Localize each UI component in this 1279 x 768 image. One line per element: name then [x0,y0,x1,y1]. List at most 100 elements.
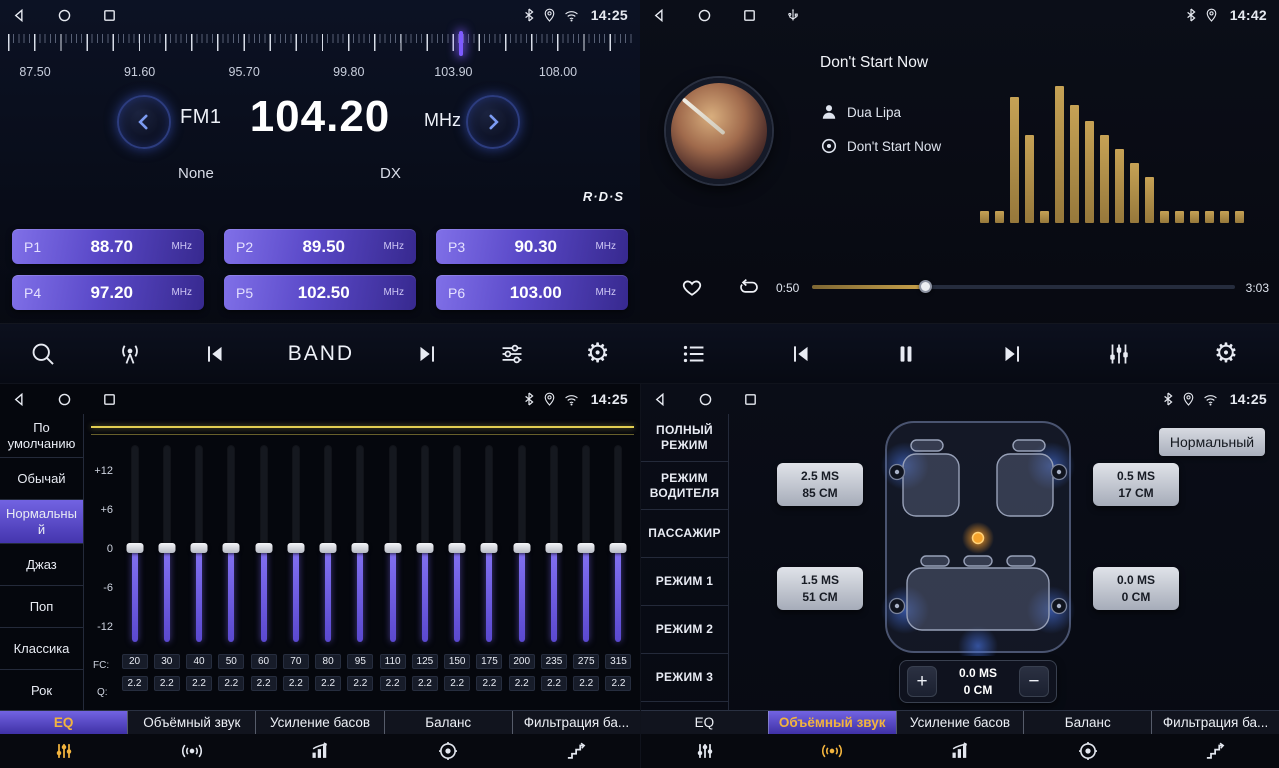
increase-delay-button[interactable]: + [907,666,937,697]
playlist-icon[interactable] [681,341,707,367]
balance-icon[interactable] [384,741,512,761]
slider-handle[interactable] [287,543,304,553]
sound-mode-item[interactable]: РЕЖИМ 3 [641,654,728,702]
tab-bass-boost[interactable]: Усиление басов [255,711,383,734]
bass-boost-icon[interactable] [896,741,1024,761]
mixer-icon[interactable] [1106,341,1132,367]
eq-band-slider[interactable] [454,446,460,642]
settings-icon[interactable]: ⚙ [1214,340,1238,367]
eq-band-slider[interactable] [164,446,170,642]
next-track-icon[interactable] [1000,342,1024,366]
tab-surround[interactable]: Объёмный звук [768,711,896,734]
sound-mode-item[interactable]: ПОЛНЫЙ РЕЖИМ [641,414,728,462]
preset-button-p3[interactable]: P390.30MHz [436,229,628,264]
tune-settings-icon[interactable] [499,341,525,367]
pause-icon[interactable] [894,342,918,366]
home-icon[interactable] [57,392,72,407]
scan-icon[interactable] [30,341,56,367]
eq-band-slider[interactable] [583,446,589,642]
eq-preset-item[interactable]: Рок [0,670,83,712]
slider-handle[interactable] [481,543,498,553]
surround-icon[interactable] [769,741,897,761]
eq-preset-item[interactable]: Поп [0,586,83,628]
slider-handle[interactable] [158,543,175,553]
tab-balance[interactable]: Баланс [1023,711,1151,734]
tab-surround[interactable]: Объёмный звук [127,711,255,734]
eq-band-slider[interactable] [615,446,621,642]
filter-icon[interactable] [1151,741,1279,761]
recents-icon[interactable] [102,392,117,407]
sound-mode-item[interactable]: РЕЖИМ 2 [641,606,728,654]
eq-icon[interactable] [641,741,769,761]
slider-handle[interactable] [191,543,208,553]
tab-filter[interactable]: Фильтрация ба... [512,711,640,734]
repeat-icon[interactable] [736,277,762,297]
home-icon[interactable] [698,392,713,407]
eq-band-slider[interactable] [519,446,525,642]
eq-band-slider[interactable] [486,446,492,642]
surround-icon[interactable] [128,741,256,761]
tab-eq[interactable]: EQ [641,711,768,734]
slider-handle[interactable] [223,543,240,553]
tab-filter[interactable]: Фильтрация ба... [1151,711,1279,734]
home-icon[interactable] [697,8,712,23]
home-icon[interactable] [57,8,72,23]
eq-preset-item[interactable]: Нормальный [0,500,83,544]
back-icon[interactable] [653,392,668,407]
previous-track-icon[interactable] [789,342,813,366]
recents-icon[interactable] [742,8,757,23]
eq-band-slider[interactable] [551,446,557,642]
progress-bar[interactable] [812,285,1235,289]
broadcast-icon[interactable] [117,341,143,367]
eq-band-slider[interactable] [293,446,299,642]
eq-band-slider[interactable] [196,446,202,642]
eq-preset-item[interactable]: По умолчанию [0,414,83,458]
eq-band-slider[interactable] [228,446,234,642]
eq-band-slider[interactable] [357,446,363,642]
sound-mode-item[interactable]: РЕЖИМ 1 [641,558,728,606]
eq-band-slider[interactable] [132,446,138,642]
eq-preset-item[interactable]: Классика [0,628,83,670]
delay-rear-left[interactable]: 1.5 MS 51 CM [777,567,863,610]
tab-balance[interactable]: Баланс [384,711,512,734]
bass-boost-icon[interactable] [256,741,384,761]
slider-handle[interactable] [416,543,433,553]
next-station-icon[interactable] [415,342,439,366]
tab-eq[interactable]: EQ [0,711,127,734]
eq-preset-item[interactable]: Обычай [0,458,83,500]
eq-band-slider[interactable] [325,446,331,642]
slider-handle[interactable] [255,543,272,553]
recents-icon[interactable] [102,8,117,23]
eq-band-slider[interactable] [422,446,428,642]
delay-front-right[interactable]: 0.5 MS 17 CM [1093,463,1179,506]
eq-icon[interactable] [0,741,128,761]
back-icon[interactable] [12,8,27,23]
balance-icon[interactable] [1024,741,1152,761]
band-button[interactable]: BAND [288,342,354,366]
sound-mode-item[interactable]: РЕЖИМ ВОДИТЕЛЯ [641,462,728,510]
recents-icon[interactable] [743,392,758,407]
tab-bass-boost[interactable]: Усиление басов [896,711,1024,734]
preset-button-p4[interactable]: P497.20MHz [12,275,204,310]
filter-icon[interactable] [512,741,640,761]
sound-mode-item[interactable]: ПАССАЖИР [641,510,728,558]
slider-handle[interactable] [545,543,562,553]
tune-down-button[interactable] [117,95,171,149]
preset-button-p5[interactable]: P5102.50MHz [224,275,416,310]
frequency-scale[interactable]: 87.5091.6095.7099.80103.90108.00 [8,34,632,82]
sound-preset-button[interactable]: Нормальный [1159,428,1265,456]
settings-icon[interactable]: ⚙ [586,340,610,367]
delay-rear-right[interactable]: 0.0 MS 0 CM [1093,567,1179,610]
preset-button-p2[interactable]: P289.50MHz [224,229,416,264]
favorite-icon[interactable] [680,276,704,298]
slider-handle[interactable] [384,543,401,553]
eq-preset-item[interactable]: Джаз [0,544,83,586]
back-icon[interactable] [12,392,27,407]
back-icon[interactable] [652,8,667,23]
progress-knob[interactable] [919,280,932,293]
slider-handle[interactable] [126,543,143,553]
slider-handle[interactable] [578,543,595,553]
eq-band-slider[interactable] [261,446,267,642]
preset-button-p1[interactable]: P188.70MHz [12,229,204,264]
slider-handle[interactable] [610,543,627,553]
